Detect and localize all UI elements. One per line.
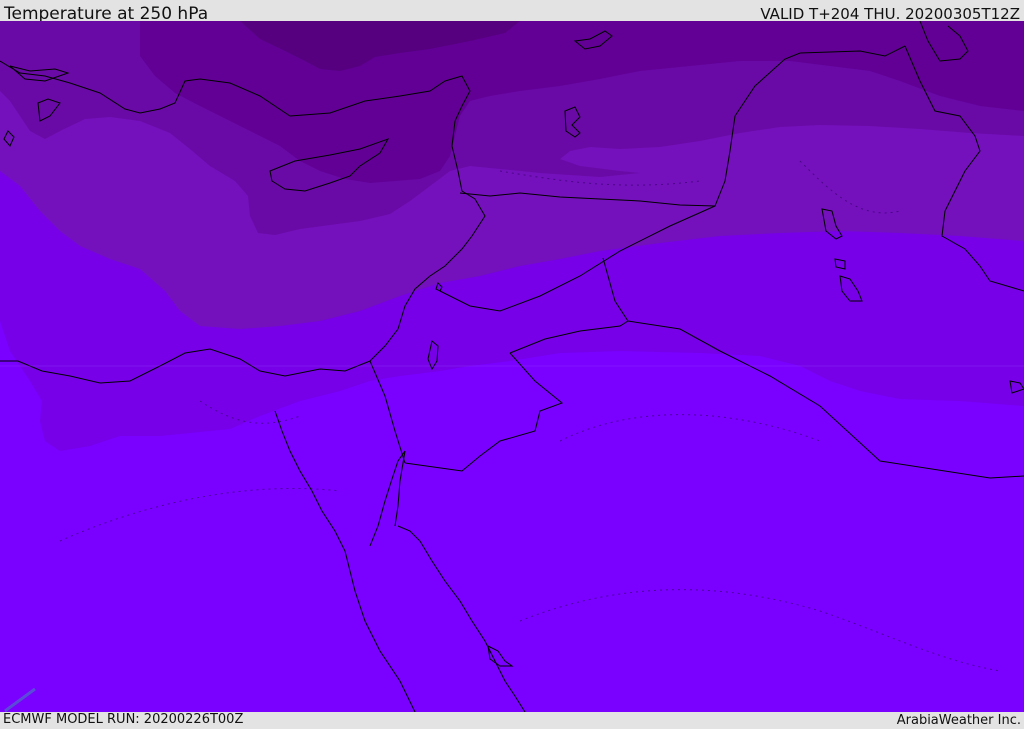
map-canvas (0, 21, 1024, 712)
weather-map[interactable] (0, 21, 1024, 712)
header-bar: Temperature at 250 hPa VALID T+204 THU. … (0, 0, 1024, 24)
model-run-label: ECMWF MODEL RUN: 20200226T00Z (3, 712, 244, 727)
footer-bar: ECMWF MODEL RUN: 20200226T00Z ArabiaWeat… (0, 712, 1024, 729)
credit-label: ArabiaWeather Inc. (896, 713, 1021, 728)
